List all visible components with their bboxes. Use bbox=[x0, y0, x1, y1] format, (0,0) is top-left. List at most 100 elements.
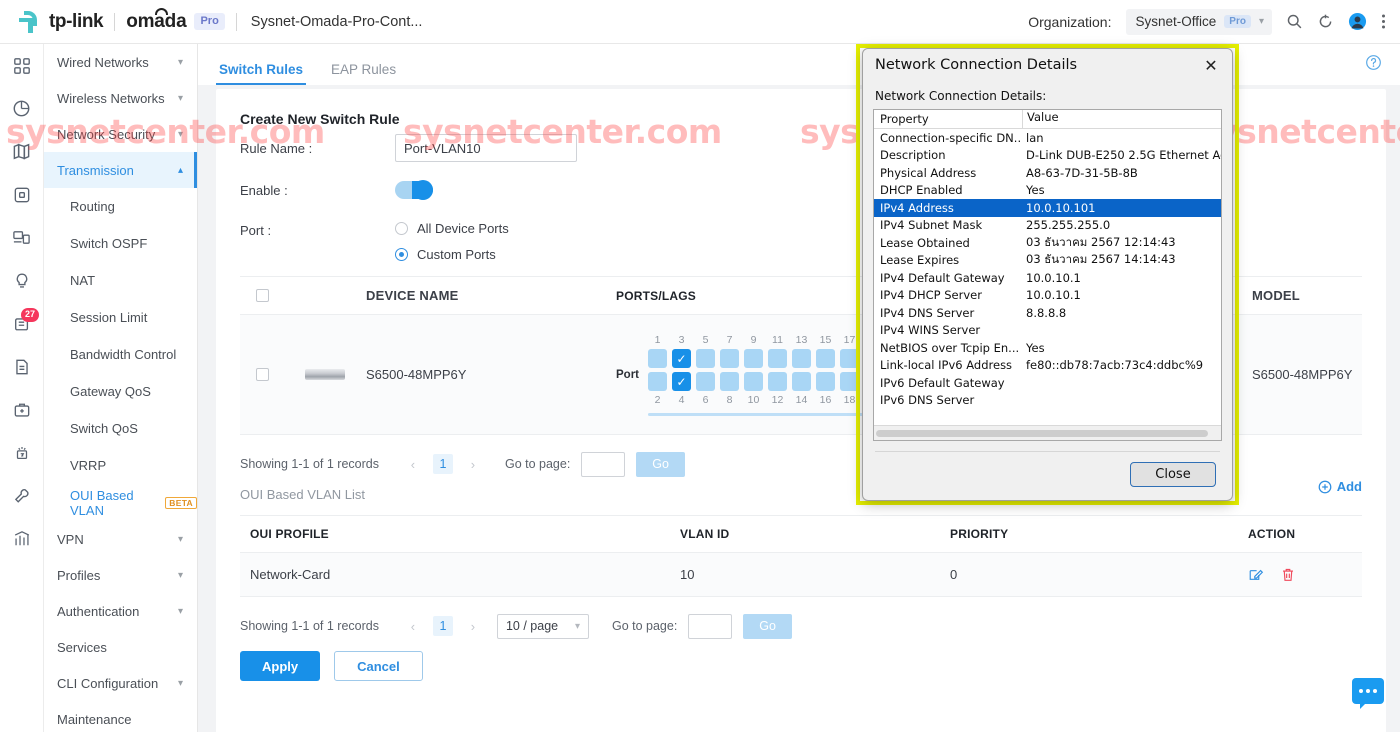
sidebar-item-cli-configuration[interactable]: CLI Configuration ▾ bbox=[44, 665, 197, 701]
page-size-select[interactable]: 10 / page ▾ bbox=[496, 613, 589, 639]
page-1-button[interactable]: 1 bbox=[432, 616, 453, 636]
sidebar-item-vrrp[interactable]: VRRP bbox=[44, 447, 197, 484]
select-all-checkbox[interactable] bbox=[255, 289, 269, 302]
next-page-button[interactable]: › bbox=[464, 619, 482, 634]
sidebar-item-oui-based-vlan[interactable]: OUI Based VLAN BETA bbox=[44, 484, 197, 521]
port-box-13[interactable] bbox=[792, 349, 811, 368]
more-options-icon[interactable] bbox=[1381, 13, 1386, 30]
port-box-5[interactable] bbox=[696, 349, 715, 368]
detail-row[interactable]: Description D-Link DUB-E250 2.5G Etherne… bbox=[874, 147, 1221, 165]
sidebar-item-wired-networks[interactable]: Wired Networks ▾ bbox=[44, 44, 197, 80]
close-button[interactable]: Close bbox=[1130, 462, 1216, 487]
detail-row[interactable]: IPv4 Subnet Mask 255.255.255.0 bbox=[874, 217, 1221, 235]
sidebar-item-services[interactable]: Services bbox=[44, 629, 197, 665]
cancel-button[interactable]: Cancel bbox=[334, 651, 423, 681]
detail-row[interactable]: IPv4 Default Gateway 10.0.10.1 bbox=[874, 269, 1221, 287]
edit-icon[interactable] bbox=[1248, 567, 1264, 583]
port-box-11[interactable] bbox=[768, 349, 787, 368]
tools-icon[interactable] bbox=[0, 388, 43, 431]
detail-row[interactable]: IPv4 DNS Server 8.8.8.8 bbox=[874, 304, 1221, 322]
detail-row[interactable]: Lease Obtained 03 ธันวาคม 2567 12:14:43 bbox=[874, 234, 1221, 252]
enable-toggle[interactable] bbox=[395, 180, 433, 200]
detail-row[interactable]: IPv4 DHCP Server 10.0.10.1 bbox=[874, 287, 1221, 305]
sidebar-item-maintenance[interactable]: Maintenance bbox=[44, 701, 197, 732]
port-box-14[interactable] bbox=[792, 372, 811, 391]
chat-support-icon[interactable] bbox=[1352, 678, 1384, 709]
help-icon[interactable] bbox=[1365, 54, 1382, 76]
sidebar-item-network-security[interactable]: Network Security ▾ bbox=[44, 116, 197, 152]
add-button[interactable]: Add bbox=[1318, 479, 1362, 494]
alerts-icon[interactable] bbox=[0, 431, 43, 474]
port-box-7[interactable] bbox=[720, 349, 739, 368]
organization-select[interactable]: Sysnet-Office Pro ▾ bbox=[1125, 8, 1272, 35]
port-box-2[interactable] bbox=[648, 372, 667, 391]
statistics-icon[interactable] bbox=[0, 87, 43, 130]
sidebar-item-switch-ospf[interactable]: Switch OSPF bbox=[44, 225, 197, 262]
port-box-6[interactable] bbox=[696, 372, 715, 391]
reports-icon[interactable] bbox=[0, 345, 43, 388]
map-icon[interactable] bbox=[0, 130, 43, 173]
port-box-16[interactable] bbox=[816, 372, 835, 391]
port-box-9[interactable] bbox=[744, 349, 763, 368]
insight-icon[interactable] bbox=[0, 259, 43, 302]
close-icon[interactable]: ✕ bbox=[1196, 52, 1226, 78]
radio-all-device-ports[interactable]: All Device Ports bbox=[395, 221, 509, 236]
detail-row[interactable]: Physical Address A8-63-7D-31-5B-8B bbox=[874, 164, 1221, 182]
detail-row[interactable]: Lease Expires 03 ธันวาคม 2567 14:14:43 bbox=[874, 252, 1221, 270]
sidebar-item-switch-qos[interactable]: Switch QoS bbox=[44, 410, 197, 447]
port-box-3[interactable]: ✓ bbox=[672, 349, 691, 368]
detail-row[interactable]: IPv6 Default Gateway bbox=[874, 374, 1221, 392]
clients-icon[interactable] bbox=[0, 216, 43, 259]
rule-name-input[interactable] bbox=[395, 134, 577, 162]
sidebar-item-vpn[interactable]: VPN ▾ bbox=[44, 521, 197, 557]
detail-row[interactable]: IPv6 DNS Server bbox=[874, 392, 1221, 410]
port-box-15[interactable] bbox=[816, 349, 835, 368]
analytics-icon[interactable] bbox=[0, 517, 43, 560]
delete-icon[interactable] bbox=[1280, 567, 1296, 583]
prev-page-button[interactable]: ‹ bbox=[404, 619, 422, 634]
next-page-button[interactable]: › bbox=[464, 457, 482, 472]
detail-row[interactable]: Connection-specific DN... lan bbox=[874, 129, 1221, 147]
tab-eap-rules[interactable]: EAP Rules bbox=[328, 62, 399, 85]
settings-wrench-icon[interactable] bbox=[0, 474, 43, 517]
go-button[interactable]: Go bbox=[636, 451, 685, 477]
details-grid-hscrollbar[interactable] bbox=[874, 425, 1221, 440]
prev-page-button[interactable]: ‹ bbox=[404, 457, 422, 472]
port-box-8[interactable] bbox=[720, 372, 739, 391]
sidebar-item-profiles[interactable]: Profiles ▾ bbox=[44, 557, 197, 593]
goto-page-input[interactable] bbox=[581, 451, 626, 477]
detail-row[interactable]: Link-local IPv6 Address fe80::db78:7acb:… bbox=[874, 357, 1221, 375]
scrollbar-thumb[interactable] bbox=[876, 430, 1208, 437]
detail-row-selected[interactable]: IPv4 Address 10.0.10.101 bbox=[874, 199, 1221, 217]
tab-switch-rules[interactable]: Switch Rules bbox=[216, 62, 307, 85]
table-row[interactable]: Network-Card 10 0 bbox=[240, 553, 1362, 597]
sidebar-item-gateway-qos[interactable]: Gateway QoS bbox=[44, 373, 197, 410]
sidebar-item-authentication[interactable]: Authentication ▾ bbox=[44, 593, 197, 629]
avatar[interactable] bbox=[1348, 12, 1367, 31]
sidebar-item-session-limit[interactable]: Session Limit bbox=[44, 299, 197, 336]
radio-custom-ports[interactable]: Custom Ports bbox=[395, 247, 509, 262]
sidebar-item-bandwidth-control[interactable]: Bandwidth Control bbox=[44, 336, 197, 373]
detail-row[interactable]: IPv4 WINS Server bbox=[874, 322, 1221, 340]
dashboard-icon[interactable] bbox=[0, 44, 43, 87]
logs-icon[interactable]: 27 bbox=[0, 302, 43, 345]
apply-button[interactable]: Apply bbox=[240, 651, 321, 681]
detail-row[interactable]: NetBIOS over Tcpip En... Yes bbox=[874, 339, 1221, 357]
sidebar-item-nat[interactable]: NAT bbox=[44, 262, 197, 299]
search-icon[interactable] bbox=[1286, 13, 1303, 30]
port-box-4[interactable]: ✓ bbox=[672, 372, 691, 391]
details-grid[interactable]: Property Value Connection-specific DN...… bbox=[873, 109, 1222, 441]
go-button[interactable]: Go bbox=[743, 613, 792, 639]
controller-name[interactable]: Sysnet-Omada-Pro-Cont... bbox=[251, 14, 423, 30]
sidebar-item-wireless-networks[interactable]: Wireless Networks ▾ bbox=[44, 80, 197, 116]
sidebar-item-routing[interactable]: Routing bbox=[44, 188, 197, 225]
port-box-1[interactable] bbox=[648, 349, 667, 368]
sidebar-item-transmission[interactable]: Transmission ▴ bbox=[44, 152, 197, 188]
port-box-10[interactable] bbox=[744, 372, 763, 391]
devices-icon[interactable] bbox=[0, 173, 43, 216]
page-1-button[interactable]: 1 bbox=[432, 454, 453, 474]
refresh-icon[interactable] bbox=[1317, 13, 1334, 30]
row-checkbox[interactable] bbox=[255, 368, 269, 381]
port-box-12[interactable] bbox=[768, 372, 787, 391]
goto-page-input[interactable] bbox=[688, 613, 733, 639]
